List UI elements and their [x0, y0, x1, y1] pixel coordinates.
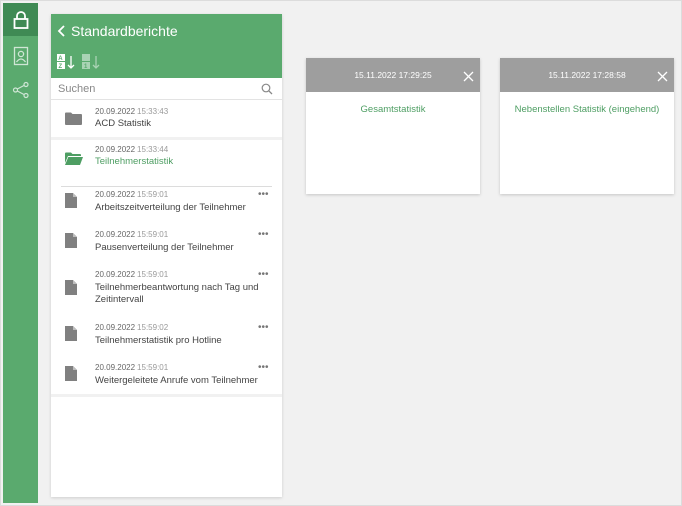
item-date: 20.09.2022 15:59:01 — [95, 270, 169, 279]
sort-numeric-icon: 1 — [82, 54, 100, 70]
folder-divider — [61, 186, 272, 187]
document-icon — [65, 193, 77, 213]
reports-panel: Standardberichte A Z 1 Suchen 20.09.2022… — [51, 14, 282, 497]
item-name: Teilnehmerstatistik pro Hotline — [95, 335, 222, 346]
sort-numeric-button[interactable]: 1 — [82, 54, 102, 75]
item-name: ACD Statistik — [95, 118, 151, 129]
report-item[interactable]: 20.09.2022 15:59:01 Weitergeleitete Anruf… — [51, 363, 282, 403]
list-end-divider — [51, 394, 282, 397]
card-date: 15.11.2022 17:29:25 — [354, 70, 432, 80]
folder-open-icon — [65, 152, 83, 170]
item-name: Teilnehmerbeantwortung nach Tag und Zeit… — [95, 282, 259, 305]
item-date: 20.09.2022 15:33:44 — [95, 145, 169, 154]
folder-list: 20.09.2022 15:33:43 ACD Statistik 20.09.2… — [51, 102, 282, 187]
left-rail — [3, 3, 38, 503]
close-icon — [657, 71, 668, 82]
item-date: 20.09.2022 15:59:02 — [95, 323, 169, 332]
item-date: 20.09.2022 15:33:43 — [95, 107, 169, 116]
search-bar — [51, 78, 282, 100]
close-icon — [463, 71, 474, 82]
item-name: Weitergeleitete Anrufe vom Teilnehmer — [95, 375, 258, 386]
svg-text:Z: Z — [59, 64, 63, 70]
panel-title: Standardberichte — [71, 23, 178, 39]
card-close-button[interactable] — [463, 69, 474, 87]
sort-alphabetical-button[interactable]: A Z — [57, 54, 77, 75]
rail-lock-button[interactable] — [3, 3, 38, 36]
back-button[interactable] — [57, 24, 66, 43]
chevron-left-icon — [57, 25, 65, 37]
item-date: 20.09.2022 15:59:01 — [95, 363, 169, 372]
report-list: 20.09.2022 15:59:01 Arbeitszeitverteilung… — [51, 190, 282, 403]
folder-item-acd-statistik[interactable]: 20.09.2022 15:33:43 ACD Statistik — [51, 102, 282, 137]
card-title[interactable]: Nebenstellen Statistik (eingehend) — [500, 104, 674, 115]
rail-contacts-button[interactable] — [3, 39, 38, 72]
item-name: Arbeitszeitverteilung der Teilnehmer — [95, 202, 246, 213]
panel-header: Standardberichte A Z 1 — [51, 14, 282, 78]
item-date: 20.09.2022 15:59:01 — [95, 230, 169, 239]
card-header: 15.11.2022 17:28:58 — [500, 58, 674, 92]
svg-text:A: A — [58, 56, 63, 62]
search-input[interactable] — [58, 81, 253, 97]
report-card-nebenstellen[interactable]: 15.11.2022 17:28:58 Nebenstellen Statist… — [500, 58, 674, 194]
share-icon — [12, 81, 29, 98]
folder-item-teilnehmerstatistik[interactable]: 20.09.2022 15:33:44 Teilnehmerstatistik — [51, 140, 282, 178]
document-icon — [65, 233, 77, 253]
rail-share-button[interactable] — [3, 73, 38, 106]
document-icon — [65, 280, 77, 300]
search-icon — [261, 83, 273, 95]
more-options-button[interactable]: ••• — [258, 190, 269, 200]
card-date: 15.11.2022 17:28:58 — [548, 70, 626, 80]
more-options-button[interactable]: ••• — [258, 363, 269, 373]
more-options-button[interactable]: ••• — [258, 270, 269, 280]
more-options-button[interactable]: ••• — [258, 230, 269, 240]
card-header: 15.11.2022 17:29:25 — [306, 58, 480, 92]
contact-card-icon — [13, 46, 28, 65]
item-name: Teilnehmerstatistik — [95, 156, 174, 167]
item-name: Pausenverteilung der Teilnehmer — [95, 242, 234, 253]
document-icon — [65, 326, 77, 346]
search-button[interactable] — [261, 82, 273, 100]
item-date: 20.09.2022 15:59:01 — [95, 190, 169, 199]
report-card-gesamtstatistik[interactable]: 15.11.2022 17:29:25 Gesamtstatistik — [306, 58, 480, 194]
lock-icon — [13, 10, 28, 29]
card-close-button[interactable] — [657, 69, 668, 87]
more-options-button[interactable]: ••• — [258, 323, 269, 333]
card-title[interactable]: Gesamtstatistik — [306, 104, 480, 115]
document-icon — [65, 366, 77, 386]
report-item[interactable]: 20.09.2022 15:59:01 Pausenverteilung der … — [51, 230, 282, 270]
report-item[interactable]: 20.09.2022 15:59:02 Teilnehmerstatistik p… — [51, 323, 282, 363]
report-item[interactable]: 20.09.2022 15:59:01 Arbeitszeitverteilung… — [51, 190, 282, 230]
report-item[interactable]: 20.09.2022 15:59:01 Teilnehmerbeantwortun… — [51, 270, 282, 323]
folder-icon — [65, 112, 82, 130]
sort-az-icon: A Z — [57, 54, 75, 70]
